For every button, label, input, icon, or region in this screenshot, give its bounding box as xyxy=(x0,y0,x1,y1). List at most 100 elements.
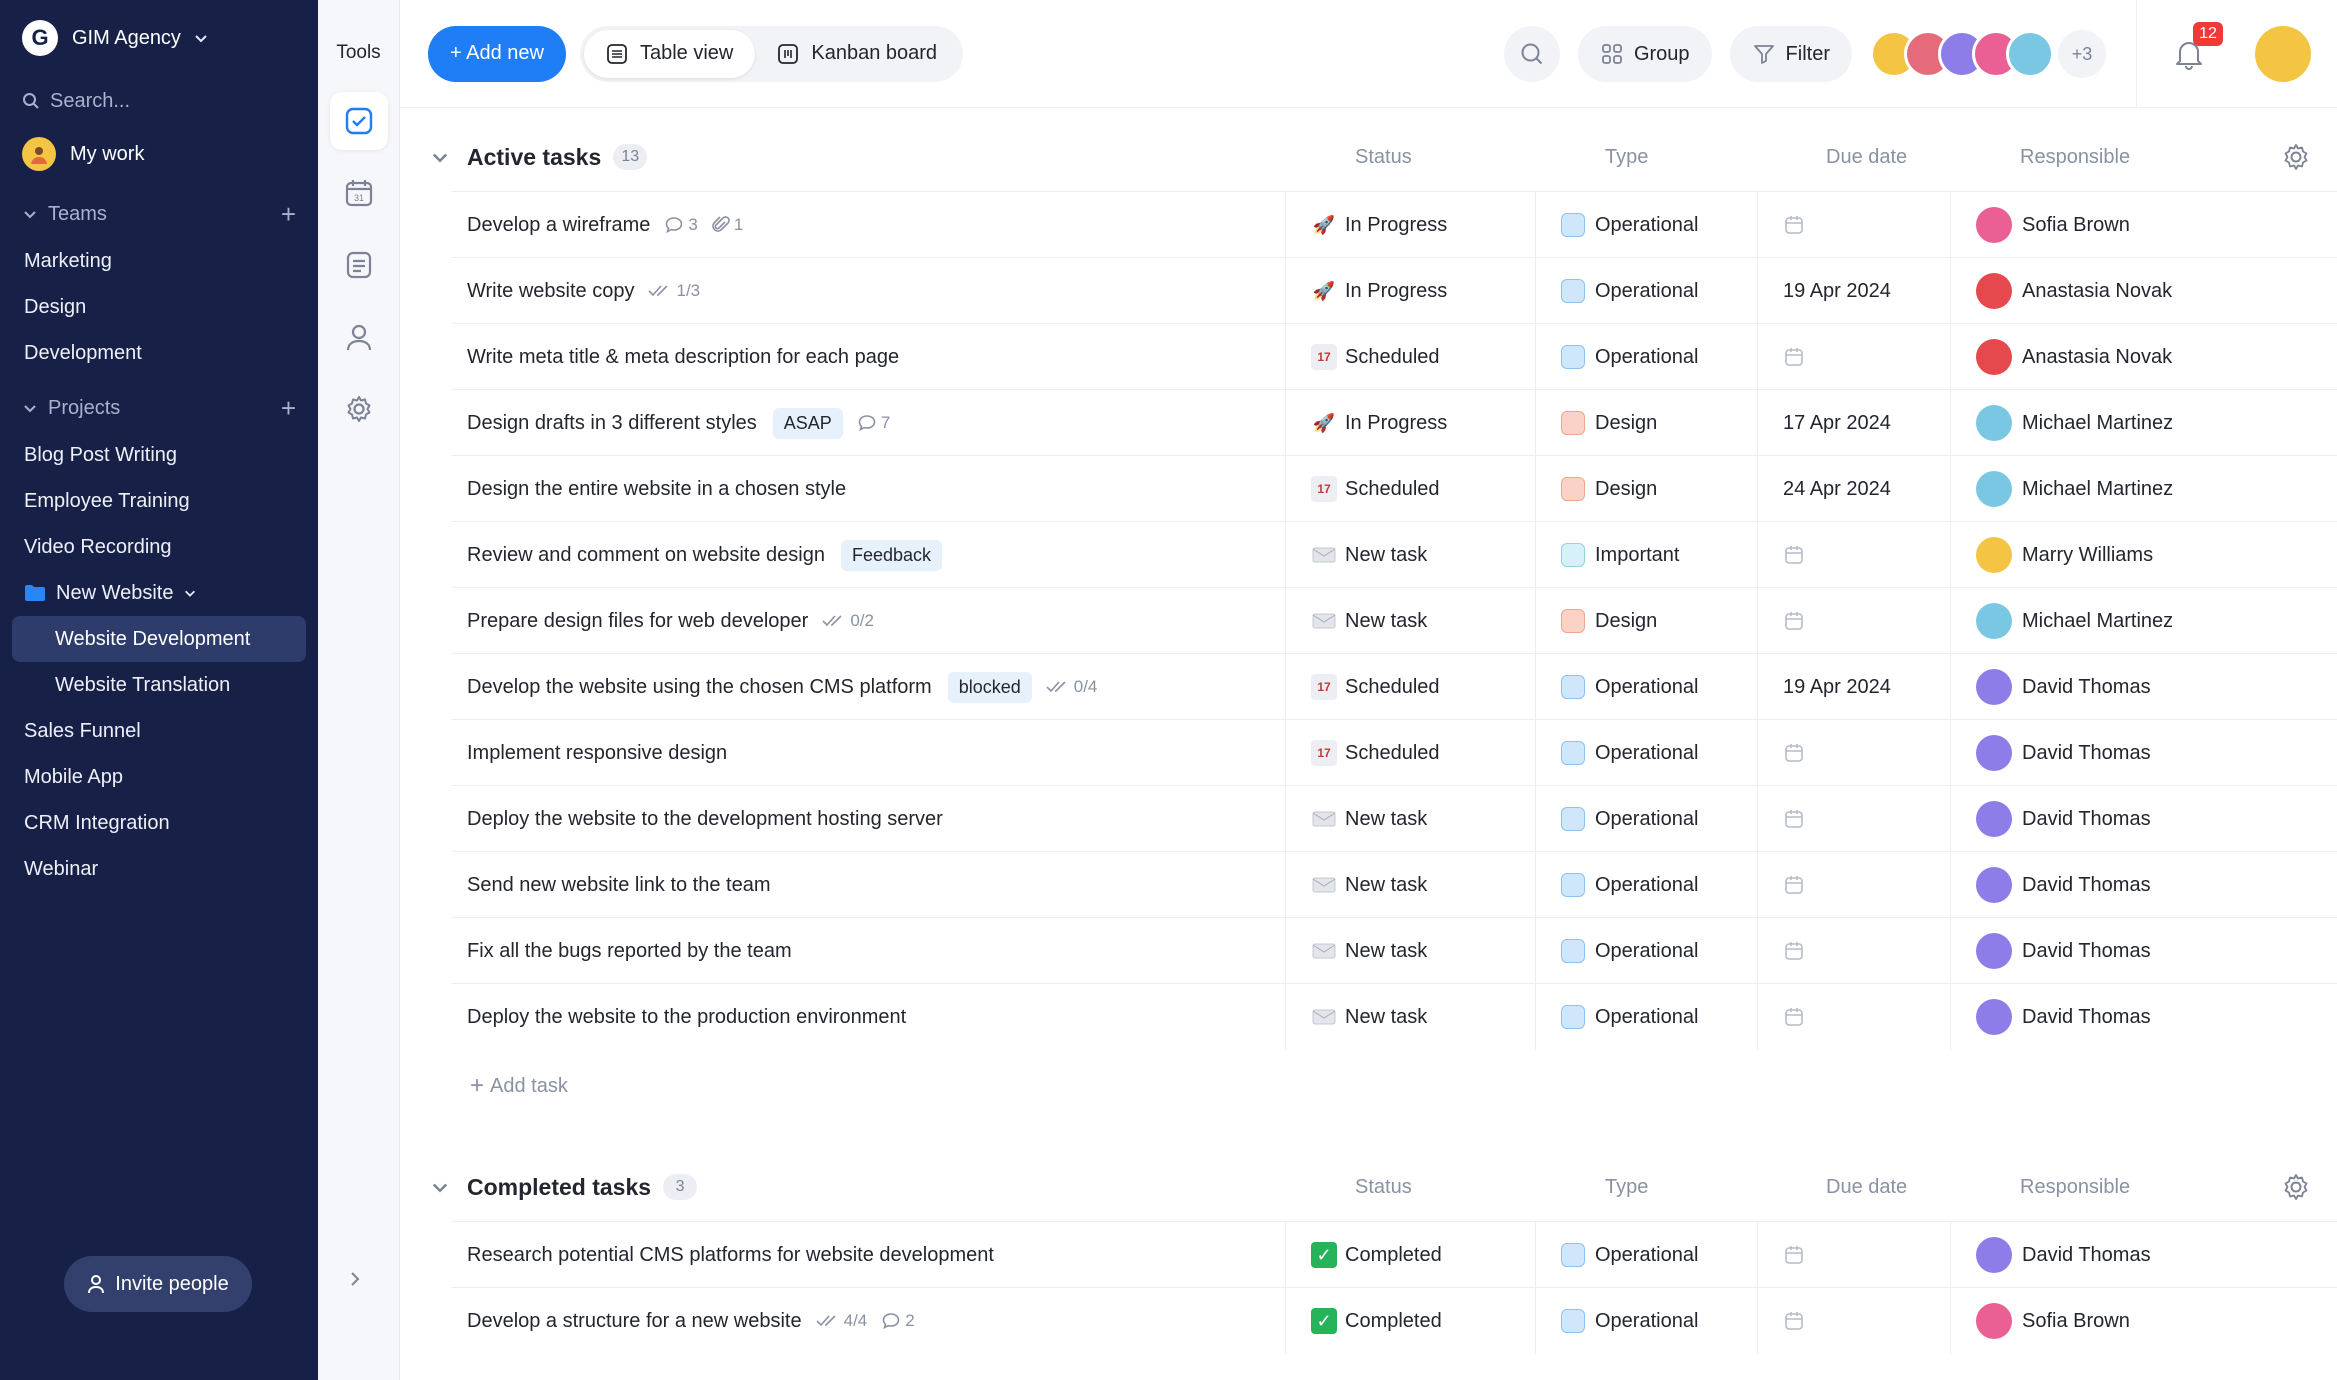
table-row[interactable]: Design the entire website in a chosen st… xyxy=(452,455,2337,522)
sidebar-item-video-recording[interactable]: Video Recording xyxy=(0,524,318,570)
invite-people-button[interactable]: Invite people xyxy=(64,1256,252,1312)
due-date-cell[interactable] xyxy=(1757,984,1950,1050)
column-header-responsible[interactable]: Responsible xyxy=(2020,146,2130,169)
due-date-cell[interactable] xyxy=(1757,918,1950,984)
status-cell[interactable]: 🚀 In Progress xyxy=(1285,390,1535,456)
task-name[interactable]: Write meta title & meta description for … xyxy=(467,346,899,369)
task-name-cell[interactable]: Deploy the website to the development ho… xyxy=(467,786,1337,852)
status-cell[interactable]: 17 Scheduled xyxy=(1285,654,1535,720)
task-name[interactable]: Develop the website using the chosen CMS… xyxy=(467,676,932,699)
due-date-cell[interactable]: 19 Apr 2024 xyxy=(1757,654,1950,720)
task-name[interactable]: Develop a wireframe xyxy=(467,214,650,237)
column-header-type[interactable]: Type xyxy=(1605,146,1648,169)
task-name[interactable]: Fix all the bugs reported by the team xyxy=(467,940,792,963)
task-name[interactable]: Design the entire website in a chosen st… xyxy=(467,478,846,501)
table-row[interactable]: Write website copy 1/3 🚀 In Progress Opera… xyxy=(452,257,2337,324)
table-row[interactable]: Deploy the website to the development ho… xyxy=(452,785,2337,852)
calendar-icon[interactable] xyxy=(1783,940,1805,962)
column-header-responsible[interactable]: Responsible xyxy=(2020,1176,2130,1199)
gear-icon[interactable] xyxy=(2281,1172,2311,1202)
table-row[interactable]: Research potential CMS platforms for web… xyxy=(452,1221,2337,1288)
table-row[interactable]: Send new website link to the team New ta… xyxy=(452,851,2337,918)
status-cell[interactable]: 17 Scheduled xyxy=(1285,324,1535,390)
sidebar-item-website-translation[interactable]: Website Translation xyxy=(0,662,318,708)
settings-tool-button[interactable] xyxy=(330,380,388,438)
type-cell[interactable]: Operational xyxy=(1535,192,1757,258)
table-row[interactable]: Write meta title & meta description for … xyxy=(452,323,2337,390)
task-tag[interactable]: blocked xyxy=(947,671,1032,703)
responsible-cell[interactable]: David Thomas xyxy=(1950,852,2337,918)
sidebar-item-sales-funnel[interactable]: Sales Funnel xyxy=(0,708,318,754)
type-cell[interactable]: Operational xyxy=(1535,1222,1757,1288)
status-cell[interactable]: ✓ Completed xyxy=(1285,1288,1535,1354)
column-header-status[interactable]: Status xyxy=(1355,1176,1412,1199)
responsible-cell[interactable]: David Thomas xyxy=(1950,984,2337,1050)
type-cell[interactable]: Operational xyxy=(1535,1288,1757,1354)
sidebar-item-mobile-app[interactable]: Mobile App xyxy=(0,754,318,800)
tasks-tool-button[interactable] xyxy=(329,92,388,150)
type-cell[interactable]: Design xyxy=(1535,588,1757,654)
responsible-cell[interactable]: David Thomas xyxy=(1950,654,2337,720)
task-name[interactable]: Design drafts in 3 different styles xyxy=(467,412,757,435)
status-cell[interactable]: New task xyxy=(1285,852,1535,918)
sidebar-item-website-development[interactable]: Website Development xyxy=(12,616,306,662)
calendar-icon[interactable] xyxy=(1783,874,1805,896)
task-name-cell[interactable]: Research potential CMS platforms for web… xyxy=(467,1222,1337,1288)
table-row[interactable]: Develop a wireframe 3 1 🚀 In Progress Opera… xyxy=(452,191,2337,258)
sidebar-folder-new-website[interactable]: New Website xyxy=(0,570,318,616)
add-team-icon[interactable]: + xyxy=(281,201,296,227)
responsible-cell[interactable]: David Thomas xyxy=(1950,1222,2337,1288)
table-row[interactable]: Design drafts in 3 different styles ASAP 7… xyxy=(452,389,2337,456)
status-cell[interactable]: 17 Scheduled xyxy=(1285,456,1535,522)
calendar-icon[interactable] xyxy=(1783,1310,1805,1332)
task-name[interactable]: Prepare design files for web developer xyxy=(467,610,808,633)
status-cell[interactable]: New task xyxy=(1285,522,1535,588)
table-row[interactable]: Review and comment on website design Feed… xyxy=(452,521,2337,588)
status-cell[interactable]: ✓ Completed xyxy=(1285,1222,1535,1288)
task-name-cell[interactable]: Write meta title & meta description for … xyxy=(467,324,1337,390)
type-cell[interactable]: Operational xyxy=(1535,258,1757,324)
task-name[interactable]: Review and comment on website design xyxy=(467,544,825,567)
responsible-cell[interactable]: Anastasia Novak xyxy=(1950,324,2337,390)
responsible-cell[interactable]: David Thomas xyxy=(1950,786,2337,852)
sidebar-item-design[interactable]: Design xyxy=(0,284,318,330)
add-project-icon[interactable]: + xyxy=(281,395,296,421)
status-cell[interactable]: 17 Scheduled xyxy=(1285,720,1535,786)
responsible-cell[interactable]: Michael Martinez xyxy=(1950,390,2337,456)
table-row[interactable]: Deploy the website to the production env… xyxy=(452,983,2337,1050)
type-cell[interactable]: Important xyxy=(1535,522,1757,588)
add-new-button[interactable]: + Add new xyxy=(428,25,566,82)
comment-count[interactable]: 7 xyxy=(857,413,890,433)
due-date-cell[interactable]: 24 Apr 2024 xyxy=(1757,456,1950,522)
notes-tool-button[interactable] xyxy=(330,236,388,294)
table-row[interactable]: Implement responsive design 17 Scheduled … xyxy=(452,719,2337,786)
type-cell[interactable]: Operational xyxy=(1535,324,1757,390)
type-cell[interactable]: Design xyxy=(1535,456,1757,522)
tab-table-view[interactable]: Table view xyxy=(583,29,756,78)
more-members-count[interactable]: +3 xyxy=(2058,30,2106,78)
calendar-icon[interactable] xyxy=(1783,214,1805,236)
task-name[interactable]: Deploy the website to the development ho… xyxy=(467,808,943,831)
due-date-cell[interactable] xyxy=(1757,588,1950,654)
task-name-cell[interactable]: Design drafts in 3 different styles ASAP 7 xyxy=(467,390,1337,456)
calendar-icon[interactable] xyxy=(1783,742,1805,764)
task-name-cell[interactable]: Prepare design files for web developer 0/… xyxy=(467,588,1337,654)
type-cell[interactable]: Operational xyxy=(1535,654,1757,720)
comment-count[interactable]: 2 xyxy=(881,1311,915,1331)
status-cell[interactable]: 🚀 In Progress xyxy=(1285,192,1535,258)
task-name[interactable]: Implement responsive design xyxy=(467,742,727,765)
task-name[interactable]: Write website copy xyxy=(467,280,634,303)
due-date-cell[interactable] xyxy=(1757,192,1950,258)
status-cell[interactable]: New task xyxy=(1285,984,1535,1050)
task-name-cell[interactable]: Implement responsive design xyxy=(467,720,1337,786)
sidebar-section-projects[interactable]: Projects + xyxy=(0,384,318,432)
task-name-cell[interactable]: Deploy the website to the production env… xyxy=(467,984,1337,1050)
responsible-cell[interactable]: Sofia Brown xyxy=(1950,192,2337,258)
responsible-cell[interactable]: Anastasia Novak xyxy=(1950,258,2337,324)
expand-panel-button[interactable] xyxy=(346,1270,364,1293)
type-cell[interactable]: Operational xyxy=(1535,852,1757,918)
people-tool-button[interactable] xyxy=(330,308,388,366)
sidebar-item-blog-post-writing[interactable]: Blog Post Writing xyxy=(0,432,318,478)
team-avatars[interactable]: +3 xyxy=(1870,30,2106,78)
due-date-cell[interactable] xyxy=(1757,786,1950,852)
